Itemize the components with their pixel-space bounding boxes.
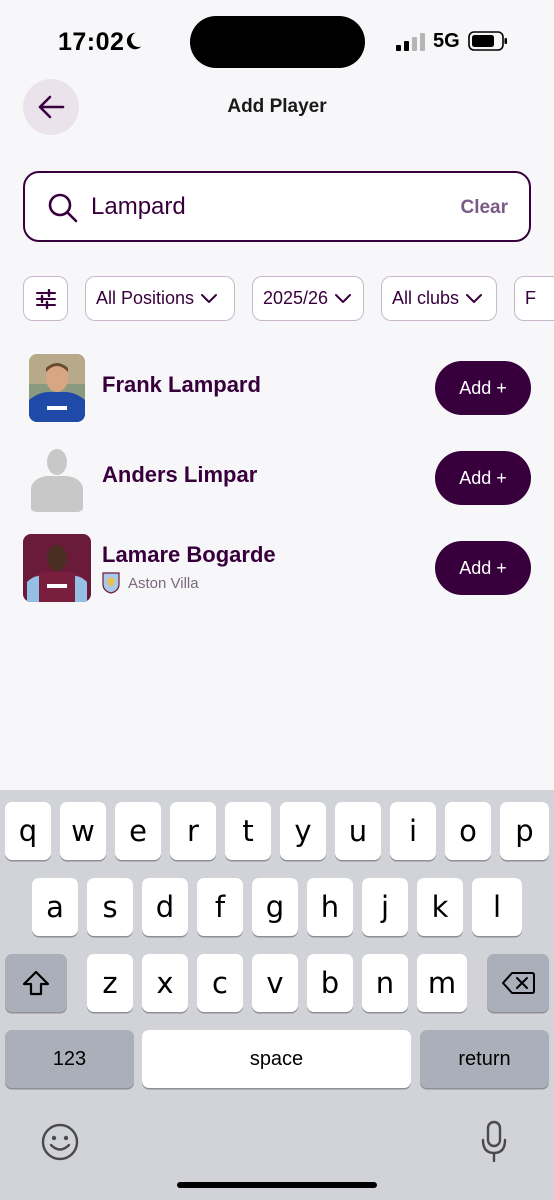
season-dropdown-label: 2025/26	[263, 288, 329, 308]
positions-dropdown[interactable]: All Positions	[85, 276, 235, 321]
moon-icon	[126, 32, 142, 50]
player-row-lamare-bogarde[interactable]: Lamare Bogarde Aston Villa Add +	[23, 534, 531, 602]
shift-key[interactable]	[5, 954, 67, 1012]
on-screen-keyboard: q w e r t y u i o p a s d f g h j k l z …	[0, 790, 554, 1200]
positions-dropdown-label: All Positions	[96, 288, 195, 308]
key-j[interactable]: j	[362, 878, 408, 936]
signal-icon	[396, 33, 425, 51]
key-r[interactable]: r	[170, 802, 216, 860]
player-name: Frank Lampard	[102, 372, 261, 397]
clear-button[interactable]: Clear	[460, 197, 508, 219]
key-m[interactable]: m	[417, 954, 467, 1012]
player-club: Aston Villa	[102, 572, 199, 594]
chevron-down-icon	[335, 293, 352, 303]
sliders-icon	[35, 288, 56, 309]
player-photo	[29, 354, 85, 422]
network-type: 5G	[433, 30, 460, 52]
clubs-dropdown-label: All clubs	[392, 288, 460, 308]
more-filter-label: F	[525, 288, 536, 308]
backspace-icon	[502, 972, 535, 994]
home-indicator	[177, 1182, 377, 1188]
key-y[interactable]: y	[280, 802, 326, 860]
player-name: Anders Limpar	[102, 462, 258, 487]
aston-villa-badge-icon	[102, 572, 120, 594]
key-w[interactable]: w	[60, 802, 106, 860]
key-s[interactable]: s	[87, 878, 133, 936]
chevron-down-icon	[201, 293, 218, 303]
space-key[interactable]: space	[142, 1030, 411, 1088]
key-k[interactable]: k	[417, 878, 463, 936]
status-bar: 17:02 5G	[0, 0, 554, 80]
key-f[interactable]: f	[197, 878, 243, 936]
add-player-button[interactable]: Add +	[435, 541, 531, 595]
key-d[interactable]: d	[142, 878, 188, 936]
key-v[interactable]: v	[252, 954, 298, 1012]
season-dropdown[interactable]: 2025/26	[252, 276, 364, 321]
key-t[interactable]: t	[225, 802, 271, 860]
chevron-down-icon	[466, 293, 483, 303]
key-u[interactable]: u	[335, 802, 381, 860]
return-key[interactable]: return	[420, 1030, 549, 1088]
filter-settings-button[interactable]	[23, 276, 68, 321]
key-c[interactable]: c	[197, 954, 243, 1012]
microphone-icon[interactable]	[480, 1120, 508, 1164]
dynamic-island	[190, 16, 365, 68]
key-x[interactable]: x	[142, 954, 188, 1012]
key-l[interactable]: l	[472, 878, 522, 936]
player-club-name: Aston Villa	[128, 574, 199, 592]
key-n[interactable]: n	[362, 954, 408, 1012]
key-g[interactable]: g	[252, 878, 298, 936]
battery-icon	[468, 31, 507, 51]
player-row-frank-lampard[interactable]: Frank Lampard Add +	[23, 354, 531, 422]
key-a[interactable]: a	[32, 878, 78, 936]
shift-icon	[22, 970, 50, 996]
player-photo	[23, 534, 91, 602]
search-icon	[48, 193, 78, 223]
backspace-key[interactable]	[487, 954, 549, 1012]
key-h[interactable]: h	[307, 878, 353, 936]
key-p[interactable]: p	[500, 802, 549, 860]
more-filter-chip[interactable]: F	[514, 276, 554, 321]
key-q[interactable]: q	[5, 802, 51, 860]
numbers-key[interactable]: 123	[5, 1030, 134, 1088]
key-z[interactable]: z	[87, 954, 133, 1012]
player-placeholder-avatar	[29, 444, 85, 512]
filter-bar: All Positions 2025/26 All clubs F	[23, 276, 554, 321]
search-input[interactable]	[91, 189, 421, 225]
search-box[interactable]: Clear	[23, 171, 531, 242]
key-b[interactable]: b	[307, 954, 353, 1012]
player-row-anders-limpar[interactable]: Anders Limpar Add +	[23, 444, 531, 512]
player-name: Lamare Bogarde	[102, 542, 276, 567]
key-i[interactable]: i	[390, 802, 436, 860]
clubs-dropdown[interactable]: All clubs	[381, 276, 497, 321]
key-e[interactable]: e	[115, 802, 161, 860]
status-time: 17:02	[58, 28, 125, 56]
add-player-button[interactable]: Add +	[435, 361, 531, 415]
page-title: Add Player	[227, 96, 327, 117]
emoji-icon[interactable]	[40, 1122, 80, 1162]
key-o[interactable]: o	[445, 802, 491, 860]
add-player-button[interactable]: Add +	[435, 451, 531, 505]
